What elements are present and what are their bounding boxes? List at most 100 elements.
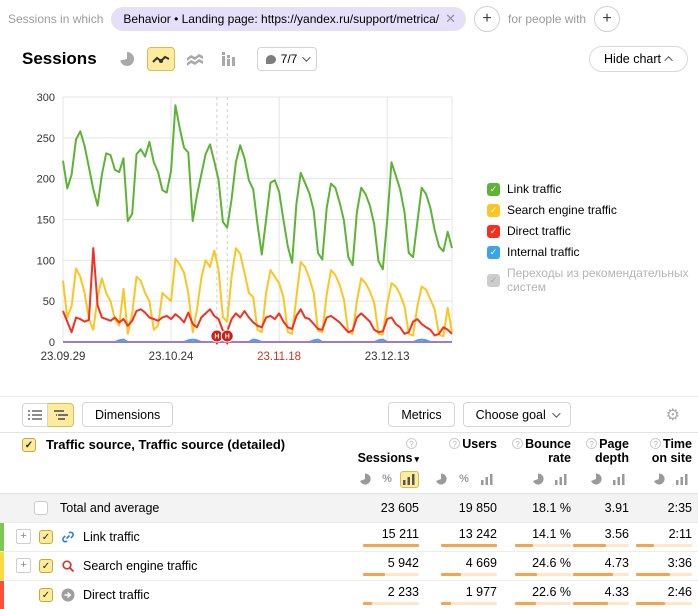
metric-value: 3:36 <box>668 556 692 570</box>
metric-value: 24.6 % <box>532 556 571 570</box>
pie-toggle-icon[interactable] <box>355 471 374 488</box>
metric-display-toggles-row: %% <box>0 466 698 494</box>
legend-checkbox[interactable]: ✓ <box>487 274 500 287</box>
bars-toggle-icon[interactable] <box>609 471 629 488</box>
chart-header: Sessions 7/7 Hide chart <box>0 44 698 74</box>
line-chart-canvas: 05010015020025030023.09.2923.10.2423.11.… <box>0 87 470 377</box>
legend-checkbox[interactable]: ✓ <box>487 204 500 217</box>
column-header-time-on-site[interactable]: ?Time on site <box>635 437 698 466</box>
columns-chart-type-icon[interactable] <box>215 47 243 71</box>
segments-count-button[interactable]: 7/7 <box>257 47 318 71</box>
bars-toggle-icon[interactable] <box>477 471 497 488</box>
table-row: +✓Link traffic15 21113 24214.1 %3.562:11 <box>0 522 698 551</box>
row-label-cell: ✓ Direct traffic <box>0 588 355 602</box>
y-axis-tick: 200 <box>37 174 55 186</box>
row-label-cell: + ✓ Search engine traffic <box>0 558 355 573</box>
pie-toggle-icon[interactable] <box>528 471 548 488</box>
bars-toggle-icon[interactable] <box>672 471 692 488</box>
expand-row-button[interactable]: + <box>16 558 31 573</box>
dimensions-button[interactable]: Dimensions <box>82 402 173 427</box>
row-label[interactable]: Search engine traffic <box>83 559 197 573</box>
hint-icon: ? <box>586 438 597 449</box>
metric-value: 1 977 <box>466 585 497 599</box>
hide-chart-button[interactable]: Hide chart <box>589 46 688 72</box>
x-axis-tick: 23.10.24 <box>149 351 194 363</box>
column-header-label: Users <box>462 437 497 451</box>
y-axis-tick: 300 <box>37 92 55 104</box>
row-checkbox[interactable]: ✓ <box>39 530 53 544</box>
row-label[interactable]: Direct traffic <box>83 588 149 602</box>
legend-item-0[interactable]: ✓Link traffic <box>487 182 698 196</box>
total-row-label: Total and average <box>60 501 159 515</box>
metric-value-cell: 14.1 % <box>503 523 577 551</box>
metric-toggle-group: % <box>425 471 503 488</box>
columns-icon <box>221 52 237 66</box>
legend-checkbox[interactable]: ✓ <box>487 225 500 238</box>
list-view-icon[interactable] <box>22 403 48 427</box>
stacked-chart-type-icon[interactable] <box>181 47 209 71</box>
row-label[interactable]: Link traffic <box>83 530 140 544</box>
total-row-checkbox[interactable]: ✓ <box>34 501 48 515</box>
select-all-checkbox[interactable]: ✓ <box>22 438 36 452</box>
metric-value: 22.6 % <box>532 585 571 599</box>
metric-value-cell: 3.91 <box>577 494 635 522</box>
add-session-condition-button[interactable]: + <box>474 6 500 32</box>
legend-item-2[interactable]: ✓Direct traffic <box>487 224 698 238</box>
dimension-header-cell: ✓ Traffic source, Traffic source (detail… <box>0 437 355 452</box>
x-axis-tick: 23.12.13 <box>365 351 410 363</box>
metric-value-cell: 2:11 <box>635 523 698 551</box>
metric-toggle-group <box>503 471 577 488</box>
choose-goal-button[interactable]: Choose goal <box>463 402 571 427</box>
metric-value: 18.1 % <box>532 501 571 515</box>
sessions-chart: 05010015020025030023.09.2923.10.2423.11.… <box>0 74 698 396</box>
bars-toggle-icon[interactable] <box>551 471 571 488</box>
hide-chart-label: Hide chart <box>604 52 661 66</box>
expand-row-button[interactable]: + <box>16 529 31 544</box>
chevron-down-icon <box>552 409 560 417</box>
row-checkbox[interactable]: ✓ <box>39 588 53 602</box>
row-color-stripe <box>0 581 4 609</box>
dimensions-label: Dimensions <box>95 408 160 422</box>
metric-value: 5 942 <box>388 556 419 570</box>
series-line-1 <box>63 248 452 336</box>
pie-toggle-icon[interactable] <box>649 471 669 488</box>
column-header-page-depth[interactable]: ?Page depth <box>577 437 635 466</box>
metrics-label: Metrics <box>401 408 441 422</box>
column-header-label: Bounce rate <box>525 437 571 465</box>
legend-checkbox[interactable]: ✓ <box>487 246 500 259</box>
gear-icon[interactable]: ⚙ <box>666 405 680 425</box>
metric-bar <box>363 544 419 547</box>
legend-item-3[interactable]: ✓Internal traffic <box>487 245 698 259</box>
comment-bubble-icon <box>266 55 276 64</box>
legend-checkbox[interactable]: ✓ <box>487 183 500 196</box>
remove-segment-icon[interactable]: ✕ <box>445 14 456 24</box>
metric-bar <box>636 573 692 576</box>
metric-value: 3.56 <box>605 527 629 541</box>
tree-view-icon[interactable] <box>48 403 74 427</box>
pie-toggle-icon[interactable] <box>431 471 451 488</box>
bars-toggle-icon[interactable] <box>400 471 419 488</box>
y-axis-tick: 100 <box>37 255 55 267</box>
percent-toggle-icon[interactable]: % <box>454 471 474 488</box>
add-people-condition-button[interactable]: + <box>594 6 620 32</box>
column-header-sessions[interactable]: ?Sessions▾ <box>355 437 425 466</box>
metric-value: 2:46 <box>668 585 692 599</box>
y-axis-tick: 50 <box>43 296 55 308</box>
hint-icon: ? <box>449 438 460 449</box>
segment-chip[interactable]: Behavior • Landing page: https://yandex.… <box>111 7 466 31</box>
row-checkbox[interactable]: ✓ <box>39 559 53 573</box>
metrics-button[interactable]: Metrics <box>388 402 454 427</box>
column-header-bounce-rate[interactable]: ?Bounce rate <box>503 437 577 466</box>
direct-icon <box>61 588 75 602</box>
column-header-users[interactable]: ?Users <box>425 437 503 451</box>
annotation-pin-label: H <box>214 334 219 341</box>
legend-item-1[interactable]: ✓Search engine traffic <box>487 203 698 217</box>
row-color-stripe <box>0 523 4 551</box>
legend-item-4[interactable]: ✓Переходы из рекомендательных систем <box>487 266 698 294</box>
pie-toggle-icon[interactable] <box>586 471 606 488</box>
percent-toggle-icon[interactable]: % <box>377 471 396 488</box>
line-chart-type-icon[interactable] <box>147 47 175 71</box>
pie-chart-type-icon[interactable] <box>113 47 141 71</box>
metric-value-cell: 19 850 <box>425 494 503 522</box>
chart-legend: ✓Link traffic ✓Search engine traffic ✓Dire… <box>487 182 698 294</box>
